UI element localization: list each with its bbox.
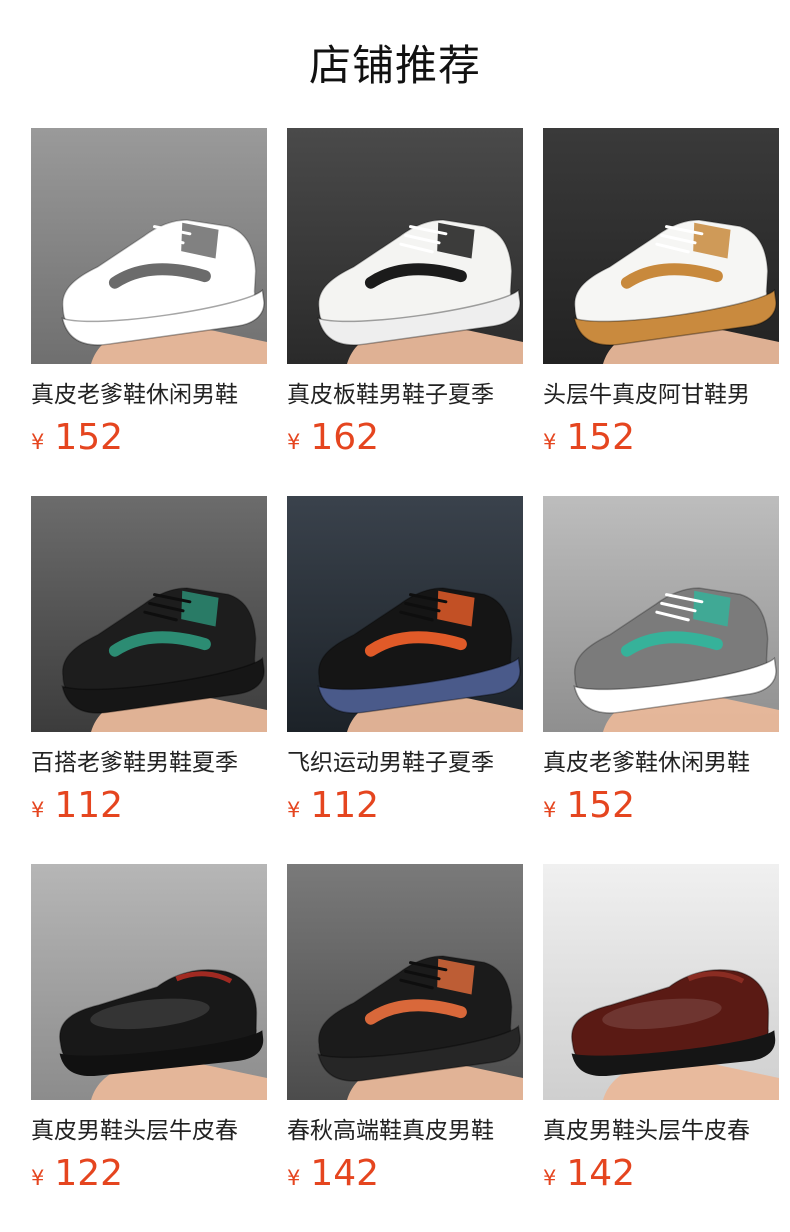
product-name[interactable]: 真皮男鞋头层牛皮春 [543, 1114, 779, 1148]
sneaker-black-knit-icon[interactable] [287, 496, 523, 732]
product-card[interactable]: 飞织运动男鞋子夏季 ¥112 [287, 496, 523, 826]
currency-symbol: ¥ [31, 430, 45, 454]
product-card[interactable]: 百搭老爹鞋男鞋夏季 ¥112 [31, 496, 267, 826]
price-amount: 162 [310, 417, 380, 458]
product-card[interactable]: 真皮老爹鞋休闲男鞋 ¥152 [31, 128, 267, 458]
price-amount: 152 [566, 417, 636, 458]
loafer-black-icon[interactable] [31, 864, 267, 1100]
section-title: 店铺推荐 [308, 41, 481, 90]
sneaker-white-grey-icon[interactable] [31, 128, 267, 364]
price-amount: 122 [54, 1153, 124, 1194]
price-amount: 142 [310, 1153, 380, 1194]
product-name[interactable]: 飞织运动男鞋子夏季 [287, 746, 523, 780]
currency-symbol: ¥ [543, 1166, 557, 1190]
product-name[interactable]: 真皮老爹鞋休闲男鞋 [543, 746, 779, 780]
product-price: ¥112 [31, 784, 123, 828]
product-price: ¥122 [31, 1152, 123, 1196]
currency-symbol: ¥ [287, 798, 301, 822]
currency-symbol: ¥ [287, 1166, 301, 1190]
price-amount: 152 [566, 785, 636, 826]
price-amount: 142 [566, 1153, 636, 1194]
currency-symbol: ¥ [31, 1166, 45, 1190]
product-name[interactable]: 真皮男鞋头层牛皮春 [31, 1114, 267, 1148]
product-name[interactable]: 真皮老爹鞋休闲男鞋 [31, 378, 267, 412]
product-card[interactable]: 真皮男鞋头层牛皮春 ¥122 [31, 864, 267, 1194]
product-price: ¥142 [287, 1152, 379, 1196]
product-name[interactable]: 真皮板鞋男鞋子夏季 [287, 378, 523, 412]
sneaker-black-leather-icon[interactable] [287, 864, 523, 1100]
product-card[interactable]: 春秋高端鞋真皮男鞋 ¥142 [287, 864, 523, 1194]
product-name[interactable]: 头层牛真皮阿甘鞋男 [543, 378, 779, 412]
currency-symbol: ¥ [543, 430, 557, 454]
sneaker-black-icon[interactable] [31, 496, 267, 732]
price-amount: 112 [310, 785, 380, 826]
oxford-brown-icon[interactable] [543, 864, 779, 1100]
sneaker-white-air-cushion-icon[interactable] [287, 128, 523, 364]
price-amount: 152 [54, 417, 124, 458]
product-card[interactable]: 真皮板鞋男鞋子夏季 ¥162 [287, 128, 523, 458]
sneaker-grey-white-icon[interactable] [543, 496, 779, 732]
product-price: ¥152 [543, 784, 635, 828]
product-card[interactable]: 真皮老爹鞋休闲男鞋 ¥152 [543, 496, 779, 826]
sneaker-white-tan-icon[interactable] [543, 128, 779, 364]
product-price: ¥152 [543, 416, 635, 460]
currency-symbol: ¥ [543, 798, 557, 822]
currency-symbol: ¥ [287, 430, 301, 454]
product-price: ¥162 [287, 416, 379, 460]
product-card[interactable]: 头层牛真皮阿甘鞋男 ¥152 [543, 128, 779, 458]
product-price: ¥112 [287, 784, 379, 828]
product-name[interactable]: 百搭老爹鞋男鞋夏季 [31, 746, 267, 780]
product-card[interactable]: 真皮男鞋头层牛皮春 ¥142 [543, 864, 779, 1194]
product-name[interactable]: 春秋高端鞋真皮男鞋 [287, 1114, 523, 1148]
product-price: ¥152 [31, 416, 123, 460]
price-amount: 112 [54, 785, 124, 826]
product-price: ¥142 [543, 1152, 635, 1196]
currency-symbol: ¥ [31, 798, 45, 822]
